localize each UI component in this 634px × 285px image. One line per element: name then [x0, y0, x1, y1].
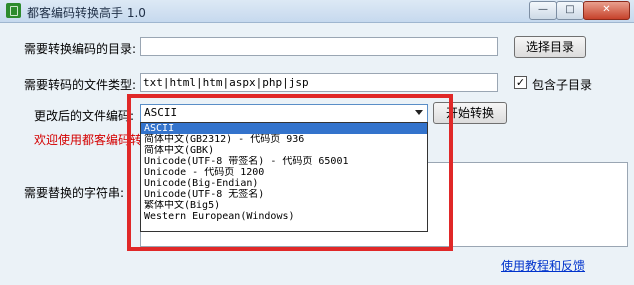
dir-input[interactable]: [140, 37, 498, 56]
minimize-button[interactable]: —: [529, 1, 557, 20]
highlight-annotation-box: [127, 94, 453, 251]
welcome-text: 欢迎使用都客编码转: [34, 133, 143, 147]
filetype-label: 需要转码的文件类型:: [24, 78, 137, 92]
help-feedback-link[interactable]: 使用教程和反馈: [501, 257, 585, 274]
include-subdirs-label: 包含子目录: [532, 78, 593, 92]
choose-dir-button[interactable]: 选择目录: [514, 36, 586, 58]
app-icon: [6, 3, 21, 18]
title-bar[interactable]: 都客编码转换高手 1.0 — □ ✕: [0, 0, 634, 23]
close-button[interactable]: ✕: [583, 1, 630, 20]
filetype-input[interactable]: txt|html|htm|aspx|php|jsp: [140, 73, 498, 92]
include-subdirs-checkbox[interactable]: ✓: [514, 76, 527, 89]
encoding-label: 更改后的文件编码:: [34, 109, 135, 123]
replace-label: 需要替换的字符串:: [24, 186, 125, 200]
dir-label: 需要转换编码的目录:: [24, 42, 137, 56]
maximize-button[interactable]: □: [556, 1, 584, 20]
app-window: 都客编码转换高手 1.0 — □ ✕ 需要转换编码的目录: 选择目录 需要转码的…: [0, 0, 634, 285]
window-title: 都客编码转换高手 1.0: [27, 6, 146, 20]
